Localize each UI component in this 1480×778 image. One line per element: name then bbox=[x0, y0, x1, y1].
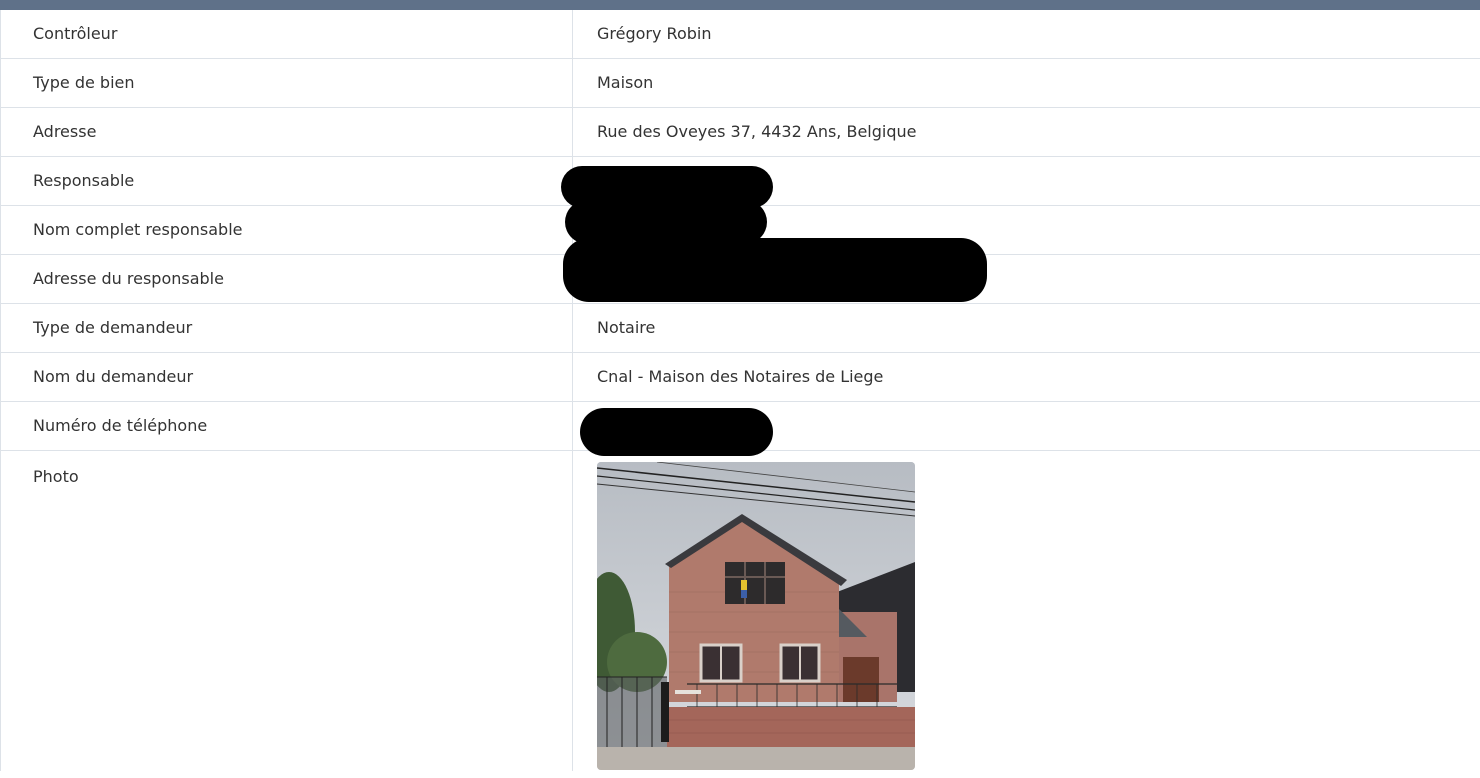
house-photo-image bbox=[597, 462, 915, 770]
row-label: Adresse bbox=[1, 108, 573, 156]
row-label: Responsable bbox=[1, 157, 573, 205]
table-row-photo: Photo bbox=[1, 451, 1480, 771]
table-row-nom-du-demandeur: Nom du demandeur Cnal - Maison des Notai… bbox=[1, 353, 1480, 402]
row-value: Grégory Robin bbox=[597, 24, 712, 43]
redaction-telephone bbox=[580, 408, 773, 456]
row-value: Maison bbox=[597, 73, 654, 92]
row-label: Numéro de téléphone bbox=[1, 402, 573, 450]
row-label: Nom du demandeur bbox=[1, 353, 573, 401]
table-row-type-de-demandeur: Type de demandeur Notaire bbox=[1, 304, 1480, 353]
row-label: Adresse du responsable bbox=[1, 255, 573, 303]
table-row-adresse: Adresse Rue des Oveyes 37, 4432 Ans, Bel… bbox=[1, 108, 1480, 157]
row-value: Rue des Oveyes 37, 4432 Ans, Belgique bbox=[597, 122, 917, 141]
details-table: Contrôleur Grégory Robin Type de bien Ma… bbox=[0, 10, 1480, 771]
row-value: Notaire bbox=[597, 318, 656, 337]
row-label: Contrôleur bbox=[1, 10, 573, 58]
row-value: Cnal - Maison des Notaires de Liege bbox=[597, 367, 884, 386]
row-label: Type de demandeur bbox=[1, 304, 573, 352]
table-row-controleur: Contrôleur Grégory Robin bbox=[1, 10, 1480, 59]
row-label: Photo bbox=[1, 451, 573, 771]
header-bar bbox=[0, 0, 1480, 10]
row-value bbox=[573, 451, 1480, 771]
table-row-type-de-bien: Type de bien Maison bbox=[1, 59, 1480, 108]
row-label: Type de bien bbox=[1, 59, 573, 107]
redaction-adresse-responsable bbox=[563, 238, 987, 302]
house-photo[interactable] bbox=[597, 462, 915, 770]
row-label: Nom complet responsable bbox=[1, 206, 573, 254]
